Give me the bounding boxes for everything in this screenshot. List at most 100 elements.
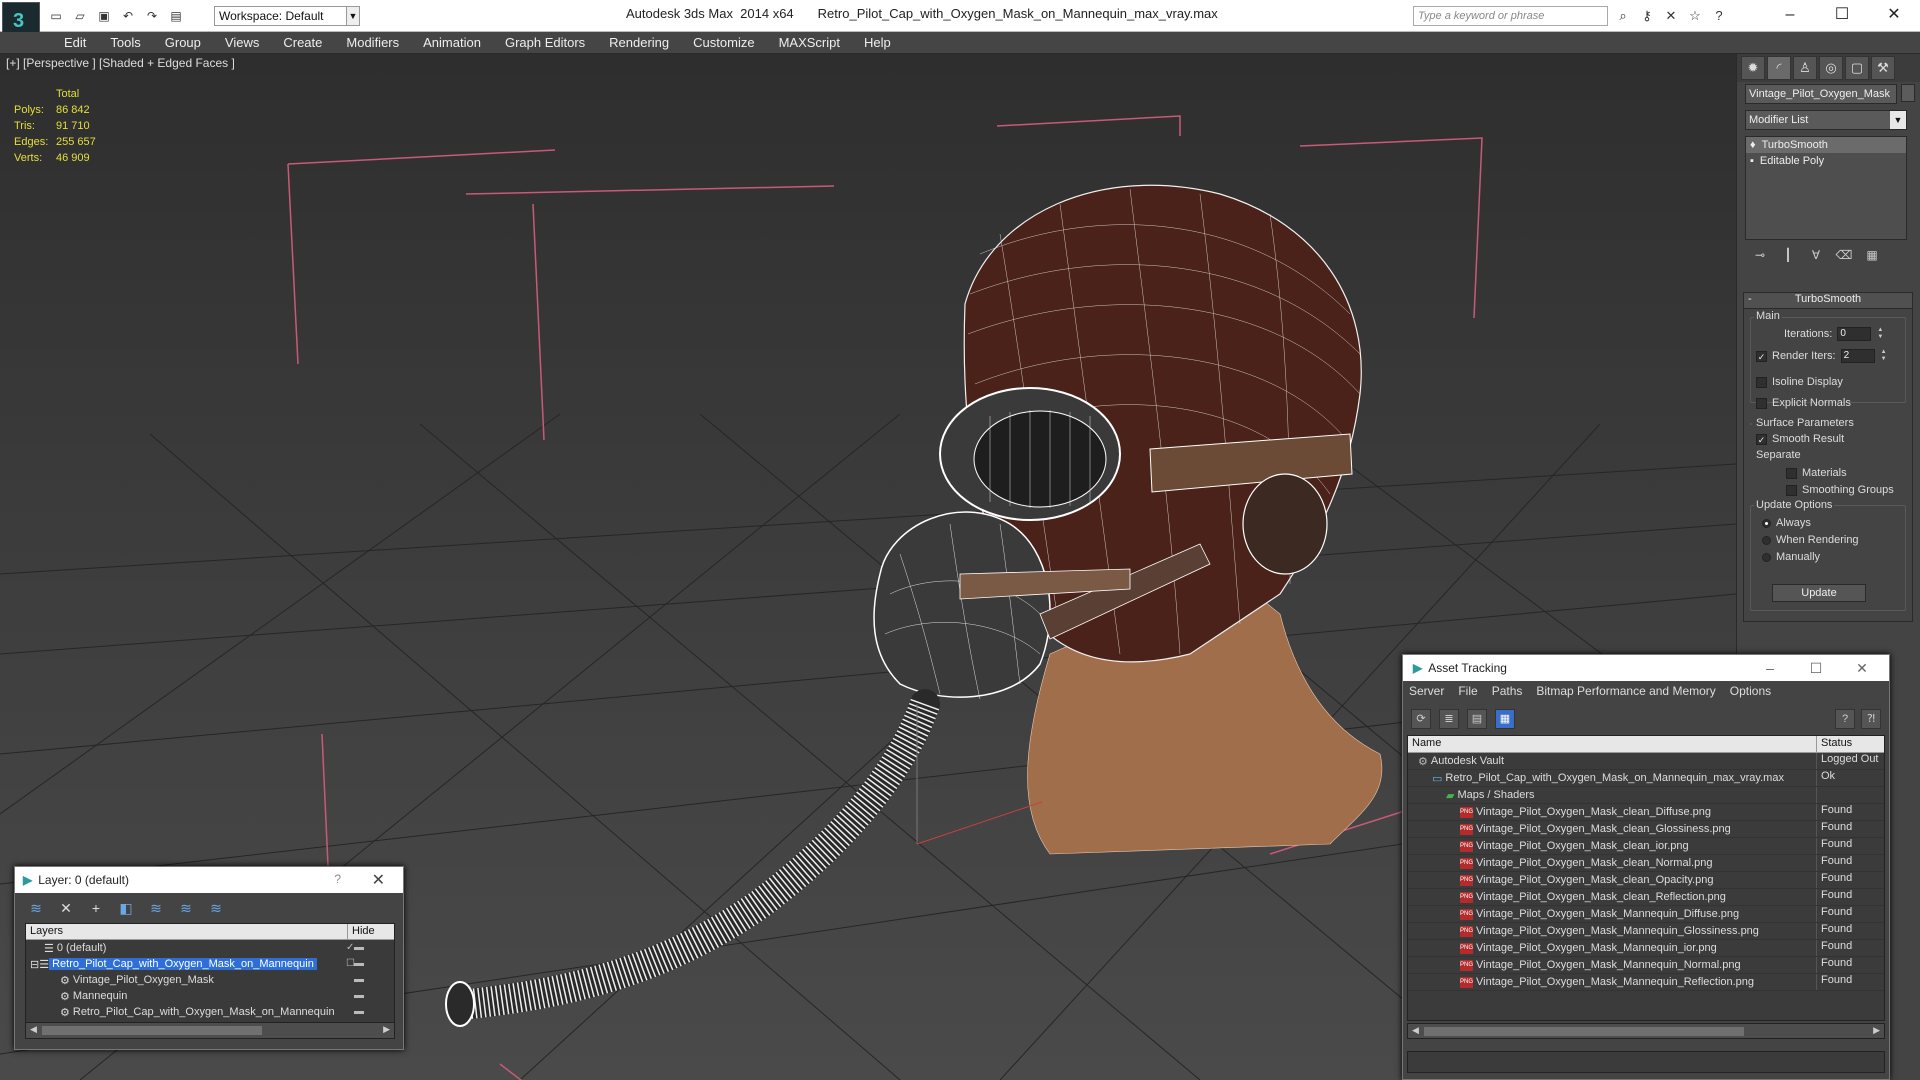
x-tools-icon[interactable]: ✕ <box>1662 7 1680 25</box>
layers-column-header[interactable]: Layers <box>26 924 348 939</box>
search-input[interactable]: Type a keyword or phrase <box>1413 6 1608 26</box>
scroll-left-icon[interactable]: ◀ <box>1412 1025 1419 1036</box>
scroll-left-icon[interactable]: ◀ <box>30 1024 37 1035</box>
scroll-right-icon[interactable]: ▶ <box>383 1024 390 1035</box>
asset-row[interactable]: PNG Vintage_Pilot_Oxygen_Mask_Mannequin_N… <box>1408 957 1884 974</box>
menu-group[interactable]: Group <box>153 35 213 50</box>
close-button[interactable]: ✕ <box>1839 655 1885 681</box>
grid-view-icon[interactable]: ▦ <box>1495 709 1515 729</box>
asset-menu-options[interactable]: Options <box>1730 684 1771 700</box>
asset-menu-file[interactable]: File <box>1458 684 1477 700</box>
key-icon[interactable]: ⚷ <box>1638 7 1656 25</box>
hide-toggle-icon[interactable]: ▬ <box>354 942 364 953</box>
menu-rendering[interactable]: Rendering <box>597 35 681 50</box>
object-name-field[interactable]: Vintage_Pilot_Oxygen_Mask <box>1745 84 1897 104</box>
minimize-button[interactable]: – <box>1747 655 1793 681</box>
explicit-normals-checkbox[interactable] <box>1756 397 1767 409</box>
asset-row[interactable]: ▰ Maps / Shaders <box>1408 787 1884 804</box>
display-tab-icon[interactable]: ▢ <box>1845 56 1869 80</box>
layer-row[interactable]: ⊟ ☰ Retro_Pilot_Cap_with_Oxygen_Mask_on_Ma… <box>26 956 394 972</box>
menu-help[interactable]: Help <box>852 35 903 50</box>
asset-row[interactable]: PNG Vintage_Pilot_Oxygen_Mask_clean_Diffu… <box>1408 804 1884 821</box>
project-folder-icon[interactable]: ▤ <box>166 6 186 24</box>
redo-icon[interactable]: ↷ <box>142 6 162 24</box>
maximize-button[interactable]: ☐ <box>1816 0 1868 30</box>
iterations-spinner[interactable]: 0 <box>1837 327 1872 341</box>
update-button[interactable]: Update <box>1772 584 1866 602</box>
asset-row[interactable]: PNG Vintage_Pilot_Oxygen_Mask_Mannequin_i… <box>1408 940 1884 957</box>
highlight-layer-icon[interactable]: ≋ <box>147 899 165 917</box>
scrollbar-thumb[interactable] <box>42 1026 262 1035</box>
name-column-header[interactable]: Name <box>1408 736 1817 752</box>
asset-row[interactable]: PNG Vintage_Pilot_Oxygen_Mask_clean_Norma… <box>1408 855 1884 872</box>
modifier-list-dropdown[interactable]: Modifier List ▼ <box>1745 110 1907 130</box>
asset-row[interactable]: PNG Vintage_Pilot_Oxygen_Mask_Mannequin_G… <box>1408 923 1884 940</box>
smooth-result-checkbox[interactable]: ✓ <box>1756 433 1767 445</box>
select-objects-icon[interactable]: ◧ <box>117 899 135 917</box>
asset-row[interactable]: PNG Vintage_Pilot_Oxygen_Mask_clean_ior.p… <box>1408 838 1884 855</box>
layer-window-titlebar[interactable]: ▶ Layer: 0 (default) ? ✕ <box>15 867 403 893</box>
materials-checkbox[interactable] <box>1786 467 1797 479</box>
scroll-right-icon[interactable]: ▶ <box>1873 1025 1880 1036</box>
menu-views[interactable]: Views <box>213 35 271 50</box>
undo-icon[interactable]: ↶ <box>118 6 138 24</box>
horizontal-scrollbar[interactable]: ◀ ▶ <box>1407 1023 1885 1039</box>
show-end-result-icon[interactable]: ┃ <box>1779 246 1797 264</box>
table-view-icon[interactable]: ▤ <box>1467 709 1487 729</box>
menu-edit[interactable]: Edit <box>52 35 98 50</box>
new-file-icon[interactable]: ▭ <box>46 6 66 24</box>
context-help-icon[interactable]: ⁈ <box>1861 709 1881 729</box>
hide-toggle-icon[interactable]: ▬ <box>354 990 364 1001</box>
add-to-layer-icon[interactable]: + <box>87 899 105 917</box>
list-view-icon[interactable]: ≣ <box>1439 709 1459 729</box>
asset-menu-server[interactable]: Server <box>1409 684 1444 700</box>
layer-row[interactable]: ⚙ Mannequin ▬ <box>26 988 394 1004</box>
spinner-arrows-icon[interactable]: ▲ ▼ <box>1876 327 1884 341</box>
refresh-icon[interactable]: ⟳ <box>1411 709 1431 729</box>
asset-row[interactable]: ⚙ Autodesk Vault Logged Out <box>1408 753 1884 770</box>
star-icon[interactable]: ☆ <box>1686 7 1704 25</box>
asset-menu-paths[interactable]: Paths <box>1492 684 1523 700</box>
isoline-checkbox[interactable] <box>1756 376 1767 388</box>
stack-item-turbosmooth[interactable]: ♦ TurboSmooth <box>1746 137 1906 153</box>
hide-toggle-icon[interactable]: ▬ <box>354 958 364 969</box>
asset-window-titlebar[interactable]: ▶ Asset Tracking – ☐ ✕ <box>1403 655 1889 681</box>
modify-tab-icon[interactable]: ◜ <box>1767 56 1791 80</box>
binoculars-icon[interactable]: ⌕ <box>1614 7 1632 25</box>
close-button[interactable]: ✕ <box>1868 0 1920 30</box>
workspace-dropdown[interactable]: Workspace: Default ▼ <box>214 6 360 26</box>
remove-modifier-icon[interactable]: ⌫ <box>1835 246 1853 264</box>
menu-maxscript[interactable]: MAXScript <box>767 35 852 50</box>
menu-animation[interactable]: Animation <box>411 35 493 50</box>
create-tab-icon[interactable]: ✹ <box>1741 56 1765 80</box>
hide-all-layers-icon[interactable]: ≋ <box>177 899 195 917</box>
expand-icon[interactable]: ▪ <box>1750 155 1754 167</box>
collapse-icon[interactable]: ⊟ <box>30 958 39 971</box>
maximize-button[interactable]: ☐ <box>1793 655 1839 681</box>
pin-stack-icon[interactable]: ⊸ <box>1751 246 1769 264</box>
menu-customize[interactable]: Customize <box>681 35 766 50</box>
freeze-all-layers-icon[interactable]: ≋ <box>207 899 225 917</box>
layer-row[interactable]: ⚙ Retro_Pilot_Cap_with_Oxygen_Mask_on_Man… <box>26 1004 394 1020</box>
configure-sets-icon[interactable]: ▦ <box>1863 246 1881 264</box>
motion-tab-icon[interactable]: ◎ <box>1819 56 1843 80</box>
render-iters-spinner[interactable]: 2 <box>1840 349 1875 363</box>
minimize-button[interactable]: – <box>1764 0 1816 30</box>
hide-column-header[interactable]: Hide <box>348 924 394 939</box>
asset-row[interactable]: ▭ Retro_Pilot_Cap_with_Oxygen_Mask_on_Man… <box>1408 770 1884 787</box>
delete-layer-icon[interactable]: ✕ <box>57 899 75 917</box>
hide-toggle-icon[interactable]: ▬ <box>354 974 364 985</box>
open-file-icon[interactable]: ▱ <box>70 6 90 24</box>
help-icon[interactable]: ? <box>1710 7 1728 25</box>
when-rendering-radio[interactable] <box>1762 535 1771 545</box>
asset-row[interactable]: PNG Vintage_Pilot_Oxygen_Mask_clean_Gloss… <box>1408 821 1884 838</box>
create-layer-icon[interactable]: ≋ <box>27 899 45 917</box>
viewport-label[interactable]: [+] [Perspective ] [Shaded + Edged Faces… <box>6 56 235 70</box>
menu-create[interactable]: Create <box>271 35 334 50</box>
menu-tools[interactable]: Tools <box>98 35 152 50</box>
smoothing-groups-checkbox[interactable] <box>1786 484 1797 496</box>
manually-radio[interactable] <box>1762 552 1771 562</box>
menu-modifiers[interactable]: Modifiers <box>334 35 411 50</box>
asset-row[interactable]: PNG Vintage_Pilot_Oxygen_Mask_clean_Refle… <box>1408 889 1884 906</box>
hierarchy-tab-icon[interactable]: ♙ <box>1793 56 1817 80</box>
